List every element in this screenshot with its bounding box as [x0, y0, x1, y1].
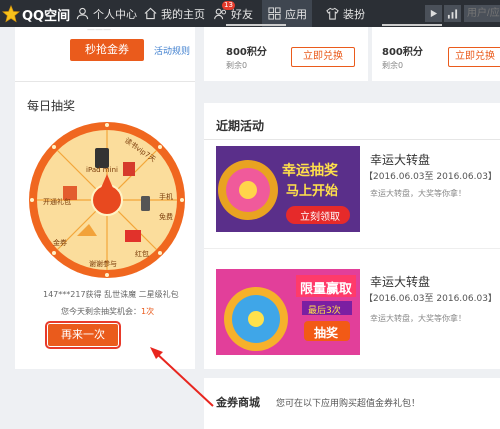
redeem-button[interactable]: 立即兑换	[448, 47, 500, 67]
activity-title[interactable]: 幸运大转盘	[370, 273, 430, 290]
nav-label: 我的主页	[161, 7, 205, 21]
chances-text: 您今天剩余抽奖机会：1次	[61, 306, 154, 317]
coupon-mall-title: 金券商城	[216, 396, 260, 409]
banner-subheadline: 最后3次	[308, 306, 341, 316]
banner-cta: 立刻领取	[300, 212, 340, 223]
activity-date: 【2016.06.03至 2016.06.03】	[364, 172, 497, 182]
offer-title-fragment	[382, 24, 442, 26]
signal-button[interactable]	[444, 5, 461, 22]
ipad-prize-icon	[95, 148, 109, 168]
offer-card-1: 800积分 剩余0 立即兑换	[204, 24, 368, 81]
banner-headline: 幸运抽奖	[282, 163, 338, 179]
daily-lottery-title: 每日抽奖	[27, 99, 76, 113]
nav-label: 装扮	[343, 7, 365, 21]
price-fragment: ———	[87, 25, 111, 34]
offer-points: 800积分	[226, 47, 267, 58]
wheel-label-free: 免费	[159, 213, 173, 221]
activity-title[interactable]: 幸运大转盘	[370, 151, 430, 168]
star-icon	[2, 5, 20, 23]
wheel-label-coupon: 金券	[53, 239, 67, 247]
banner-headline: 限量赢取	[300, 282, 353, 297]
divider	[204, 139, 500, 140]
nav-label: 个人中心	[93, 7, 137, 21]
activity-desc: 幸运大转盘，大奖等你拿！	[370, 189, 466, 198]
chances-value: 1次	[141, 307, 155, 316]
seckill-button[interactable]: 秒抢金券	[70, 39, 144, 61]
winner-text: 147***217获得 乱世诛魔 二星级礼包	[43, 290, 179, 299]
nav-dress-up[interactable]: 装扮	[326, 0, 365, 27]
divider	[15, 81, 195, 82]
wheel-label-phone: 手机	[159, 193, 173, 201]
redpacket-prize-icon	[125, 230, 141, 242]
nav-my-homepage[interactable]: 我的主页	[144, 0, 205, 27]
logo-text: QQ空间	[22, 8, 71, 24]
recent-activities-panel: 近期活动 幸运抽奖 马上开始 立刻领取 幸运大转盘 【2016.06.03至 2…	[204, 103, 500, 369]
wheel-label-gift: 开通礼包	[43, 198, 71, 206]
nav-apps[interactable]: 应用	[262, 0, 312, 27]
top-navigation-bar: QQ空间 个人中心 我的主页 13 好友 应用 装扮	[0, 0, 500, 27]
wheel-label-ipad: iPad mini	[86, 166, 118, 174]
offer-stock: 剩余0	[382, 61, 404, 70]
divider	[204, 248, 500, 249]
play-button[interactable]	[425, 5, 442, 22]
offer-title-fragment	[226, 24, 286, 26]
activity-date: 【2016.06.03至 2016.06.03】	[364, 294, 497, 304]
draw-again-button[interactable]: 再来一次	[45, 321, 121, 349]
play-icon	[430, 9, 438, 18]
redeem-button[interactable]: 立即兑换	[291, 47, 355, 67]
wheel-label-redpacket: 红包	[135, 250, 149, 258]
coupon-mall-panel: 金券商城 您可在以下应用购买超值金券礼包！	[204, 378, 500, 429]
qzone-logo[interactable]: QQ空间	[2, 4, 70, 24]
banner-subheadline: 马上开始	[286, 184, 339, 199]
coupon-mall-desc: 您可在以下应用购买超值金券礼包！	[276, 399, 421, 409]
offer-stock: 剩余0	[226, 61, 248, 70]
nav-friends[interactable]: 13 好友	[214, 0, 253, 27]
chances-prefix: 您今天剩余抽奖机会：	[61, 307, 141, 316]
wheel-center-button[interactable]	[91, 184, 123, 216]
recent-activities-title: 近期活动	[216, 119, 265, 133]
offer-points: 800积分	[382, 47, 423, 58]
person-icon	[76, 7, 89, 20]
apps-grid-icon	[268, 7, 281, 20]
search-input[interactable]	[464, 5, 500, 22]
wheel-label-thanks: 谢谢参与	[89, 260, 117, 268]
rules-link[interactable]: 活动规则	[154, 44, 190, 57]
nav-label: 应用	[285, 7, 307, 21]
home-icon	[144, 7, 157, 20]
lucky-wheel-banner-2[interactable]: 限量赢取 最后3次 抽奖	[216, 269, 360, 355]
lucky-wheel-banner-1[interactable]: 幸运抽奖 马上开始 立刻领取	[216, 146, 360, 232]
nav-personal-center[interactable]: 个人中心	[76, 0, 137, 27]
offer-card-2: 800积分 剩余0 立即兑换	[372, 24, 500, 81]
banner-cta: 抽奖	[314, 326, 339, 340]
friends-badge: 13	[222, 1, 235, 10]
signal-icon	[447, 8, 458, 19]
tshirt-icon	[326, 7, 339, 20]
phone-prize-icon	[141, 196, 150, 211]
left-panel: ——— 秒抢金券 活动规则 每日抽奖 iPad mini 读书vip7天 手机 …	[15, 25, 195, 369]
activity-desc: 幸运大转盘，大奖等你拿！	[370, 314, 466, 323]
book-prize-icon	[123, 162, 135, 176]
